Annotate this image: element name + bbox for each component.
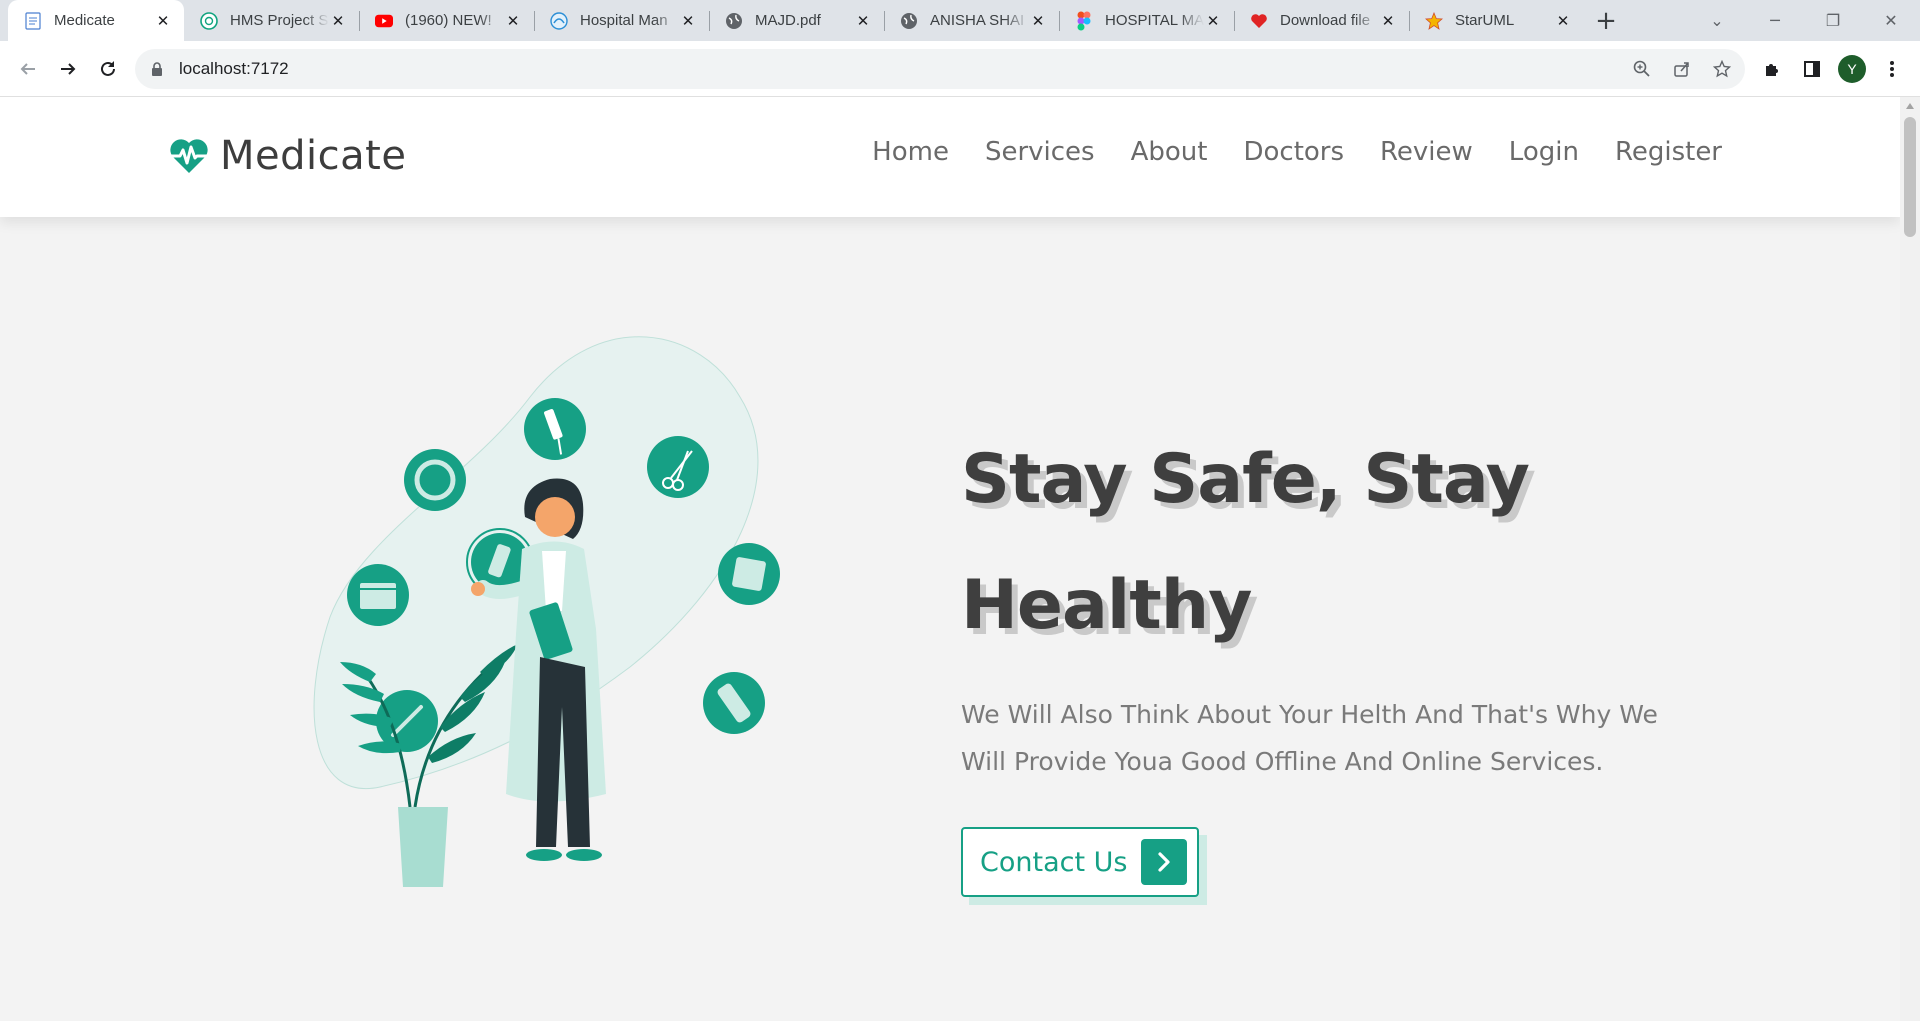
bookmark-star-icon[interactable] <box>1709 56 1735 82</box>
pills-strip-badge-icon <box>703 672 765 734</box>
extensions-icon[interactable] <box>1758 55 1786 83</box>
tab-hospital-ma[interactable]: HOSPITAL MA ✕ <box>1059 0 1234 41</box>
page-scrollbar[interactable] <box>1900 97 1920 1021</box>
close-tab-icon[interactable]: ✕ <box>154 12 172 30</box>
calendar-badge-icon <box>347 564 409 626</box>
menu-icon[interactable] <box>1878 55 1906 83</box>
main-nav: Home Services About Doctors Review Login… <box>872 137 1722 167</box>
site-header: Medicate Home Services About Doctors Rev… <box>0 97 1900 217</box>
tab-download-file[interactable]: Download file ✕ <box>1234 0 1409 41</box>
share-icon[interactable] <box>1669 56 1695 82</box>
tab-title: MAJD.pdf <box>755 12 821 29</box>
page-icon <box>24 11 42 30</box>
close-tab-icon[interactable]: ✕ <box>329 12 347 30</box>
scissors-badge-icon <box>647 436 709 498</box>
scroll-up-arrow-icon[interactable] <box>1906 103 1914 109</box>
globe-icon <box>725 12 743 30</box>
hero-title-line-2: Healthy <box>961 566 1252 645</box>
heart-icon <box>1250 12 1268 30</box>
pill-box-badge-icon <box>718 543 780 605</box>
new-tab-button[interactable]: + <box>1588 0 1624 41</box>
hero-title-line-1: Stay Safe, Stay <box>961 440 1530 519</box>
tab-title: StarUML <box>1455 12 1515 29</box>
tab-anisha[interactable]: ANISHA SHAI ✕ <box>884 0 1059 41</box>
tab-title: (1960) NEW! <box>405 12 492 29</box>
nav-review[interactable]: Review <box>1380 137 1473 167</box>
contact-us-button-wrapper: Contact Us <box>961 827 1207 905</box>
contact-us-button[interactable]: Contact Us <box>961 827 1199 897</box>
nav-doctors[interactable]: Doctors <box>1243 137 1344 167</box>
hero-subtitle: We Will Also Think About Your Helth And … <box>961 700 1658 776</box>
address-bar[interactable]: localhost:7172 <box>135 49 1745 89</box>
web-page: Medicate Home Services About Doctors Rev… <box>0 97 1900 1021</box>
site-logo[interactable]: Medicate <box>168 133 406 179</box>
brand-name: Medicate <box>220 133 407 179</box>
window-controls: ⌄ ─ ❐ ✕ <box>1688 0 1920 41</box>
hero-section: Stay Safe, Stay Healthy We Will Also Thi… <box>961 417 1701 905</box>
cloud-icon <box>550 11 568 30</box>
browser-tab-strip: Medicate ✕ HMS Project S ✕ (1960) NEW! ✕… <box>0 0 1920 41</box>
globe-icon <box>900 12 918 30</box>
ring-badge-icon <box>404 449 466 511</box>
nav-about[interactable]: About <box>1131 137 1208 167</box>
nav-home[interactable]: Home <box>872 137 949 167</box>
contact-us-label: Contact Us <box>980 846 1128 878</box>
back-icon[interactable] <box>8 49 48 89</box>
doctor-illustration <box>313 336 780 887</box>
side-panel-icon[interactable] <box>1798 55 1826 83</box>
close-tab-icon[interactable]: ✕ <box>854 12 872 30</box>
youtube-icon <box>375 12 393 30</box>
browser-toolbar: localhost:7172 Y <box>0 41 1920 97</box>
minimize-button[interactable]: ─ <box>1746 11 1804 30</box>
tab-hospital-man[interactable]: Hospital Man ✕ <box>534 0 709 41</box>
close-tab-icon[interactable]: ✕ <box>504 12 522 30</box>
tab-search-icon[interactable]: ⌄ <box>1688 11 1746 30</box>
tab-title: Download file <box>1280 12 1371 29</box>
hero-title: Stay Safe, Stay Healthy <box>961 417 1681 669</box>
heartbeat-icon <box>170 139 208 173</box>
tab-medicate[interactable]: Medicate ✕ <box>8 0 184 41</box>
tab-title: HMS Project S <box>230 12 329 29</box>
chatgpt-icon <box>200 11 218 30</box>
avatar[interactable]: Y <box>1838 55 1866 83</box>
tab-title: Medicate <box>54 12 115 29</box>
tab-hms-project[interactable]: HMS Project S ✕ <box>184 0 359 41</box>
zoom-icon[interactable] <box>1629 56 1655 82</box>
restore-button[interactable]: ❐ <box>1804 11 1862 30</box>
reload-icon[interactable] <box>88 49 128 89</box>
profile-initial: Y <box>1838 55 1866 83</box>
chevron-right-icon <box>1141 839 1187 885</box>
close-tab-icon[interactable]: ✕ <box>679 12 697 30</box>
close-tab-icon[interactable]: ✕ <box>1029 12 1047 30</box>
tab-title: HOSPITAL MA <box>1105 12 1204 29</box>
tab-youtube[interactable]: (1960) NEW! ✕ <box>359 0 534 41</box>
tab-majd-pdf[interactable]: MAJD.pdf ✕ <box>709 0 884 41</box>
close-tab-icon[interactable]: ✕ <box>1379 12 1397 30</box>
scrollbar-thumb[interactable] <box>1904 117 1916 237</box>
close-tab-icon[interactable]: ✕ <box>1554 12 1572 30</box>
tab-title: ANISHA SHAI <box>930 12 1025 29</box>
forward-icon[interactable] <box>48 49 88 89</box>
nav-register[interactable]: Register <box>1615 137 1722 167</box>
close-tab-icon[interactable]: ✕ <box>1204 12 1222 30</box>
nav-services[interactable]: Services <box>985 137 1095 167</box>
close-window-button[interactable]: ✕ <box>1862 11 1920 30</box>
tab-staruml[interactable]: StarUML ✕ <box>1409 0 1584 41</box>
tab-title: Hospital Man <box>580 12 668 29</box>
lock-icon[interactable] <box>149 61 165 77</box>
syringe-badge-icon <box>524 398 586 460</box>
figma-icon <box>1075 11 1093 30</box>
url-text: localhost:7172 <box>179 59 289 78</box>
star-icon <box>1425 11 1443 30</box>
nav-login[interactable]: Login <box>1509 137 1579 167</box>
